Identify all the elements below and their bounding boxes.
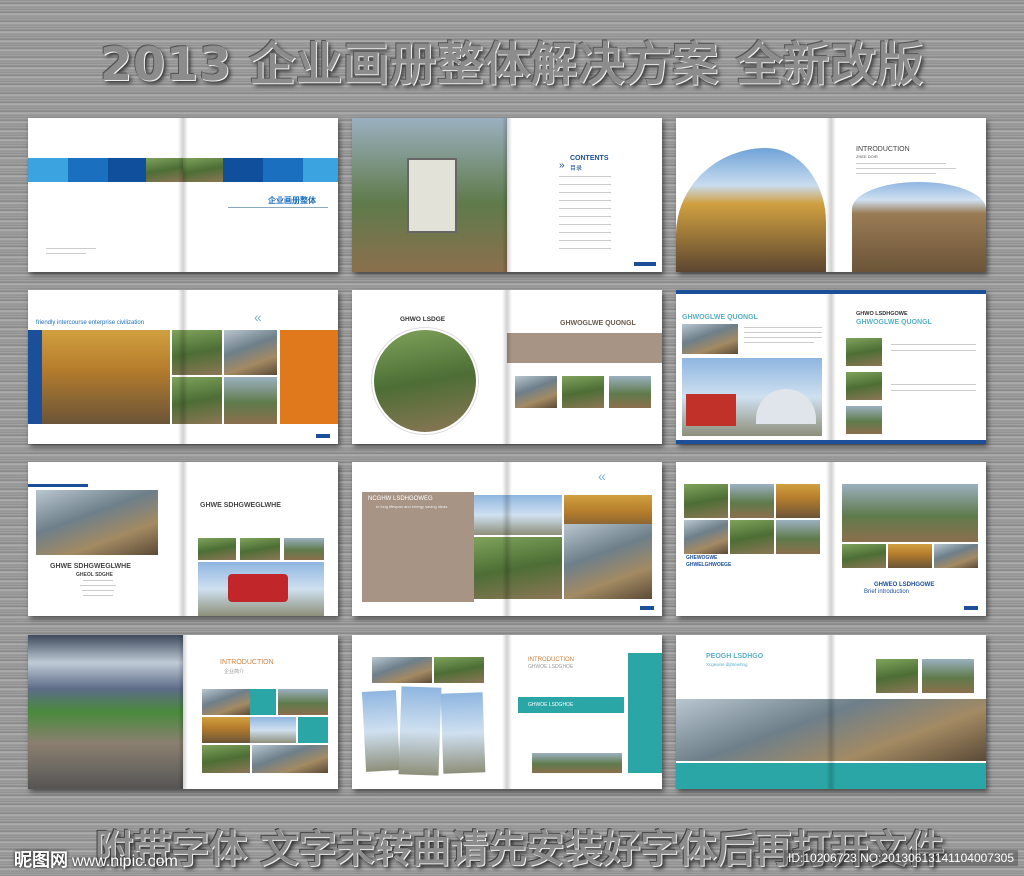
sub-heading: GHWOE LSDGHOE — [528, 664, 574, 670]
sub-heading: to long lifespan and energy saving ideas — [376, 504, 448, 509]
photo-field — [842, 484, 978, 542]
spread-rigs: INTRODUCTION GHWOE LSDGHOE GHWOE LSDGHOE — [352, 635, 662, 789]
spread-enterprise: friendly intercourse enterprise civiliza… — [28, 290, 338, 444]
banner-text: GHWOE LSDGHOE — [528, 702, 574, 708]
photo-worker — [36, 490, 158, 555]
spread-contents: » CONTENTS 目录 — [352, 118, 662, 272]
spread-truck: GHWOGLWE QUONGL GHWO LSDHGOWE GHWOGLWE Q… — [676, 290, 986, 444]
heading: INTRODUCTION — [528, 657, 574, 663]
right-heading: GHWOGLWE QUONGL — [856, 319, 932, 326]
right-heading: GHWEO LSDHGOWE — [874, 582, 935, 588]
heading: INTRODUCTION — [220, 659, 274, 666]
spread-workers: « NCGHW LSDHGOWEG to long lifespan and e… — [352, 462, 662, 616]
contents-heading: CONTENTS — [570, 155, 609, 162]
left-heading: GHWO LSDGE — [400, 316, 446, 323]
intro-heading: INTRODUCTION — [856, 146, 910, 153]
right-heading: GHWE SDHGWEGLWHE — [200, 502, 281, 509]
spread-cover: 企业画册整体 — [28, 118, 338, 272]
spread-circle: GHWO LSDGE GHWOGLWE QUONGL — [352, 290, 662, 444]
heading: PEOGH LSDHGO — [706, 653, 764, 660]
contents-subheading: 目录 — [570, 166, 583, 172]
spread-brief: GHEWOGWE GHWELGHWOEGE GHWEO LSDHGOWE Bri… — [676, 462, 986, 616]
photo-bulldozer — [676, 148, 826, 272]
right-small-heading: GHWO LSDHGOWE — [856, 311, 908, 317]
spread-tractor: GHWE SDHGWEGLWHE GHEOL SDGHE GHWE SDHGWE… — [28, 462, 338, 616]
left-sub: GHEOL SDGHE — [76, 572, 113, 578]
right-heading: GHWOGLWE QUONGL — [560, 320, 636, 327]
photo-site — [852, 182, 986, 272]
spread-team: PEOGH LSDHGO Xcgewne dtjhtewhng — [676, 635, 986, 789]
spread-introduction: INTRODUCTION ZHEE DOIR — [676, 118, 986, 272]
watermark-logo: 昵图网 — [14, 850, 68, 870]
photo — [183, 158, 223, 182]
photo-rig — [398, 686, 442, 776]
photo — [146, 158, 183, 182]
watermark-url: www.nipic.com — [72, 853, 178, 870]
image-id: ID:10206723 NO:20130613141104007305 — [784, 850, 1018, 866]
arrows-icon: « — [254, 309, 262, 325]
photo-team — [676, 699, 986, 761]
photo-circle — [371, 327, 479, 435]
left-heading: GHWOGLWE QUONGL — [682, 314, 758, 321]
cover-title: 企业画册整体 — [268, 196, 316, 205]
banner-title: 2013 企业画册整体解决方案 全新改版 — [99, 37, 925, 91]
heading: NCGHW LSDHGOWEG — [368, 496, 433, 502]
sub-heading: 企业简介 — [224, 669, 245, 675]
arrows-icon: « — [598, 468, 606, 484]
left-heading-2: GHWELGHWOEGE — [686, 562, 732, 568]
watermark: 昵图网 www.nipic.com — [14, 846, 178, 872]
right-sub: Brief introduction — [864, 589, 910, 595]
photo-excavator — [42, 330, 170, 424]
photo-stadium — [28, 635, 183, 789]
slogan: friendly intercourse enterprise civiliza… — [36, 320, 145, 326]
left-heading-1: GHEWOGWE — [686, 555, 718, 561]
sub-heading: Xcgewne dtjhtewhng — [706, 662, 748, 667]
intro-sub: ZHEE DOIR — [856, 154, 878, 159]
arrow-icon: » — [559, 160, 565, 171]
photo-workers — [564, 524, 652, 599]
spread-stadium: INTRODUCTION 企业简介 — [28, 635, 338, 789]
left-heading: GHWE SDHGWEGLWHE — [50, 563, 131, 570]
